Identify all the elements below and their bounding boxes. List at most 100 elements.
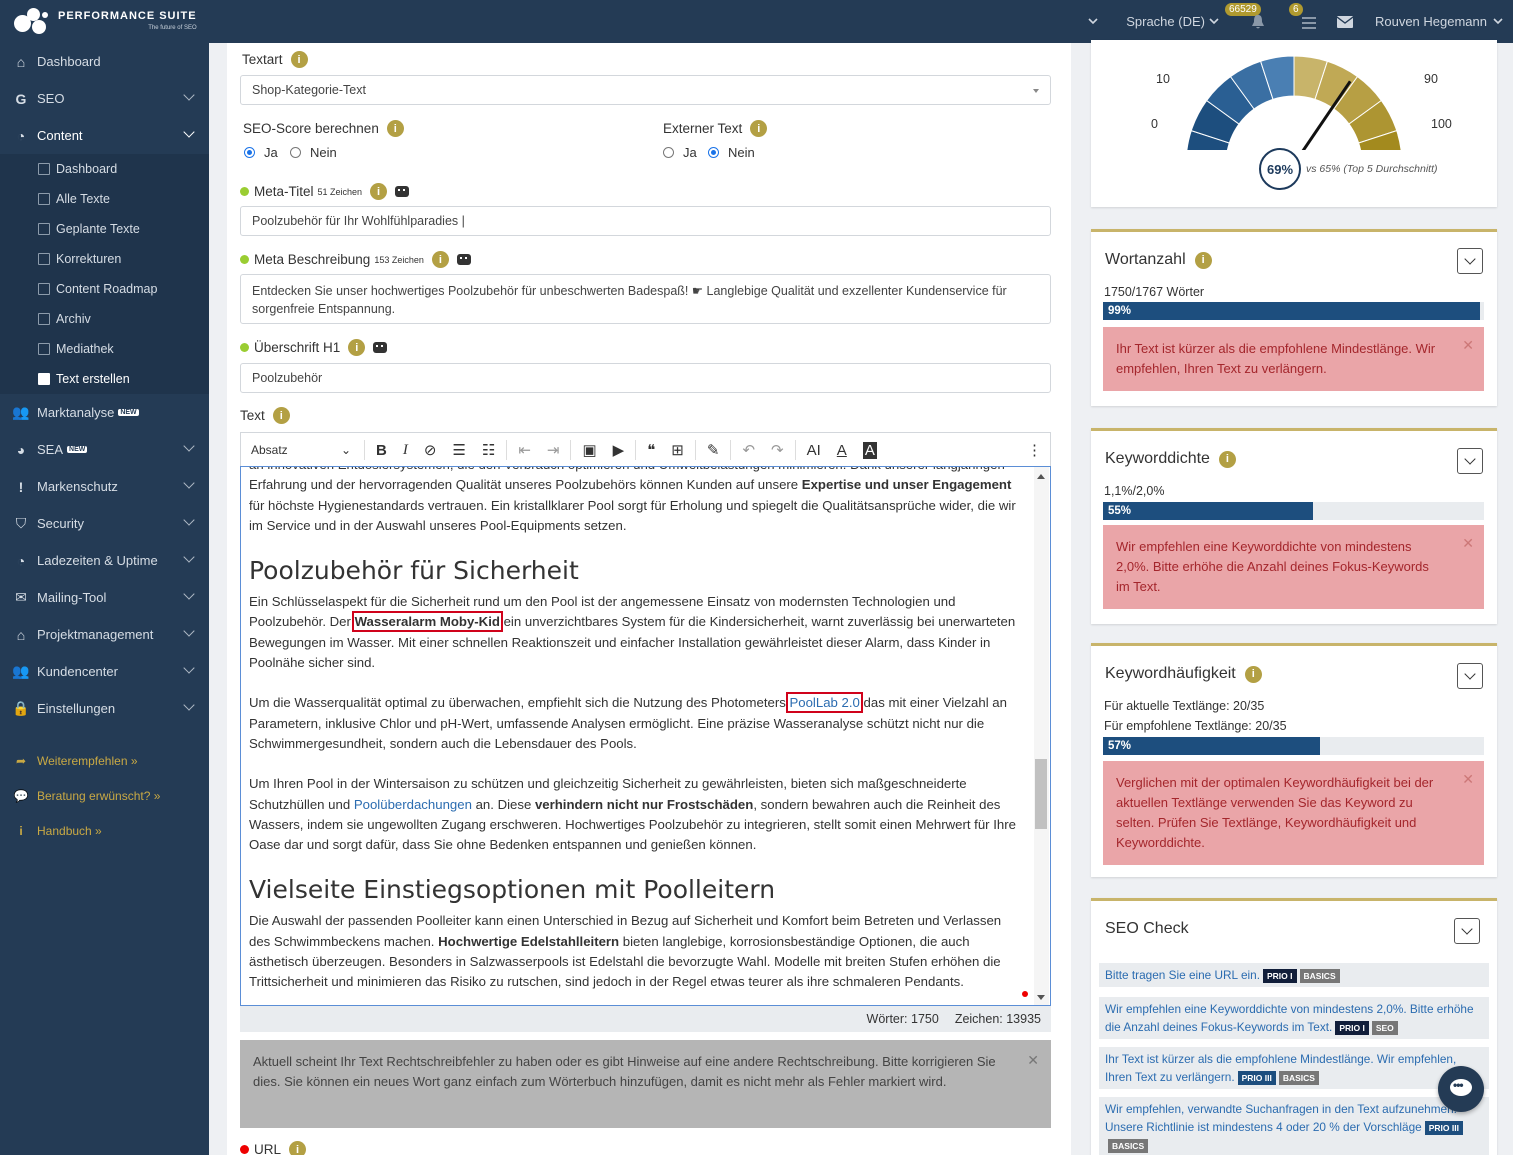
robot-icon[interactable] [456,254,471,265]
editor-content[interactable]: an innovativen Entdosiersystemen, die de… [249,467,1024,1005]
h1-label: Überschrift H1 [254,340,341,355]
scroll-up-icon[interactable] [1037,474,1045,479]
link-icon[interactable]: ⊘ [424,441,437,459]
close-icon[interactable]: ✕ [1462,769,1474,789]
editor-link[interactable]: Poolüberdachungen [354,797,472,812]
format-select[interactable]: Absatz ⌄ [241,443,361,457]
italic-icon[interactable]: I [403,442,408,459]
close-icon[interactable]: ✕ [1027,1050,1039,1070]
chat-widget-button[interactable] [1438,1066,1484,1112]
sidebar-item-marktanalyse[interactable]: 👥 Marktanalyse NEW [0,394,209,431]
info-icon[interactable]: i [1194,251,1212,269]
info-icon[interactable]: i [272,407,290,424]
info-icon[interactable]: i [370,183,388,200]
bold-icon[interactable]: B [376,442,387,459]
exclamation-icon: ! [18,478,24,495]
info-icon[interactable]: i [1218,450,1236,468]
font-color-icon[interactable]: A [837,442,847,459]
chevron-down-icon [183,699,195,711]
close-icon[interactable]: ✕ [1462,335,1474,355]
numbered-list-icon[interactable]: ☰ [452,441,465,459]
more-options-icon[interactable]: ⋮ [1027,441,1042,459]
media-embed-icon[interactable]: ▶ [613,441,625,459]
info-icon[interactable]: i [431,251,449,268]
extern-nein-radio[interactable]: Nein [708,145,755,160]
text-editor[interactable]: an innovativen Entdosiersystemen, die de… [240,466,1051,1006]
info-icon[interactable]: i [348,339,366,356]
sidebar-item-einstellungen[interactable]: 🔒 Einstellungen [0,690,209,727]
meta-desc-textarea[interactable]: Entdecken Sie unser hochwertiges Poolzub… [240,274,1051,324]
collapse-button[interactable] [1457,248,1483,274]
sidebar-item-sea[interactable]: ◕ SEA NEW [0,431,209,468]
sidebar-item-mailing[interactable]: ✉ Mailing-Tool [0,579,209,616]
sidebar-item-content[interactable]: ◔ Content [0,117,209,154]
submenu-item-alle-texte[interactable]: Alle Texte [0,184,209,214]
sidebar-item-projektmanagement[interactable]: ⌂ Projektmanagement [0,616,209,653]
sidebar-item-dashboard[interactable]: ⌂ Dashboard [0,43,209,80]
font-size-icon[interactable]: AI [807,442,821,459]
tasks-button[interactable]: 6 [1279,2,1327,32]
scroll-down-icon[interactable] [1037,995,1045,1000]
info-icon[interactable]: i [750,120,768,137]
image-upload-icon[interactable]: ▣ [582,441,596,459]
sidebar-item-ladezeiten[interactable]: ◔ Ladezeiten & Uptime [0,542,209,579]
editor-text: an. Diese [471,796,535,812]
topbar-dropdown[interactable] [1088,17,1098,26]
submenu-item-dashboard[interactable]: Dashboard [0,154,209,184]
seo-check-item[interactable]: Ihr Text ist kürzer als die empfohlene M… [1099,1047,1489,1089]
top-bar: Performance Suite The future of SEO Spra… [0,0,1513,43]
table-icon[interactable]: ⊞ [671,441,684,459]
sidebar-link-beratung[interactable]: 💬 Beratung erwünscht? » [0,778,209,813]
info-icon[interactable]: i [1244,665,1262,683]
info-icon[interactable]: i [289,1141,307,1155]
highlighted-link[interactable]: PoolLab 2.0 [786,692,863,714]
indent-icon[interactable]: ⇥ [547,441,560,459]
meta-title-input[interactable]: Poolzubehör für Ihr Wohlfühlparadies | [240,206,1051,236]
seo-score-nein-radio[interactable]: Nein [290,145,337,160]
outdent-icon[interactable]: ⇤ [518,441,531,459]
seo-check-item[interactable]: Wir empfehlen eine Keyworddichte von min… [1099,997,1489,1039]
highlight-icon[interactable]: ✎ [707,441,720,459]
undo-icon[interactable]: ↶ [742,441,755,459]
messages-button[interactable] [1336,15,1353,28]
bullet-list-icon[interactable]: ☷ [482,441,495,459]
close-icon[interactable]: ✕ [1462,533,1474,553]
collapse-button[interactable] [1457,663,1483,689]
seo-check-item[interactable]: Wir empfehlen, verwandte Suchanfragen in… [1099,1097,1489,1155]
submenu-item-mediathek[interactable]: Mediathek [0,334,209,364]
notifications-button[interactable]: 66529 [1224,2,1271,32]
background-color-icon[interactable]: A [862,441,877,459]
submenu-item-text-erstellen[interactable]: Text erstellen [0,364,209,394]
sidebar-item-seo[interactable]: G SEO [0,80,209,117]
language-select[interactable]: Sprache (DE) [1126,14,1219,29]
editor-scroll-thumb[interactable] [1035,759,1047,829]
sidebar-item-markenschutz[interactable]: ! Markenschutz [0,468,209,505]
robot-icon[interactable] [373,342,388,353]
extern-ja-radio[interactable]: Ja [663,145,697,160]
collapse-button[interactable] [1454,918,1480,944]
user-menu[interactable]: Rouven Hegemann [1375,14,1503,29]
sidebar-item-security[interactable]: ⛉ Security [0,505,209,542]
textart-select[interactable]: Shop-Kategorie-Text [240,75,1051,105]
info-icon[interactable]: i [290,51,308,68]
redo-icon[interactable]: ↷ [771,441,784,459]
editor-scrollbar[interactable] [1034,467,1049,1005]
submenu-item-korrekturen[interactable]: Korrekturen [0,244,209,274]
submenu-item-geplante-texte[interactable]: Geplante Texte [0,214,209,244]
highlighted-term[interactable]: Wasseralarm Moby-Kid [351,611,503,633]
user-name: Rouven Hegemann [1374,14,1487,29]
collapse-button[interactable] [1457,448,1483,474]
seo-check-item[interactable]: Bitte tragen Sie eine URL ein. PRIO I BASI… [1099,963,1489,987]
robot-icon[interactable] [395,186,410,197]
submenu-item-content-roadmap[interactable]: Content Roadmap [0,274,209,304]
sidebar-item-kundencenter[interactable]: 👥 Kundencenter [0,653,209,690]
info-icon[interactable]: i [386,120,404,137]
seo-score-ja-radio[interactable]: Ja [244,145,278,160]
h1-input[interactable]: Poolzubehör [240,363,1051,393]
sidebar-link-handbuch[interactable]: i Handbuch » [0,813,209,848]
quote-icon[interactable]: ❝ [647,441,655,459]
sidebar-link-weiterempfehlen[interactable]: ➦ Weiterempfehlen » [0,743,209,778]
extern-label-row: Externer Text i [663,120,768,137]
logo[interactable]: Performance Suite The future of SEO [12,6,197,36]
submenu-item-archiv[interactable]: Archiv [0,304,209,334]
